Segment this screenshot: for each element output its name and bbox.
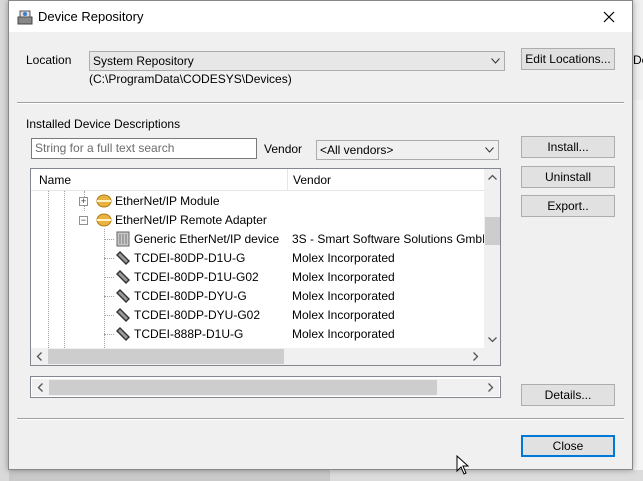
install-button[interactable]: Install... <box>521 136 615 158</box>
scroll-left-icon[interactable] <box>36 383 45 392</box>
row-vendor: Molex Incorporated <box>292 308 395 322</box>
tree-header: Name Vendor <box>31 169 484 191</box>
background-bottom <box>330 470 643 481</box>
collapse-icon[interactable]: − <box>79 216 88 225</box>
tree-row[interactable]: TCDEI-888P-D1U-G Molex Incorporated <box>31 325 484 344</box>
column-header-vendor[interactable]: Vendor <box>293 173 331 187</box>
tree-row[interactable]: TCDEI-80DP-DYU-G Molex Incorporated <box>31 287 484 306</box>
tree-line <box>104 334 114 335</box>
separator <box>17 418 624 420</box>
scroll-left-icon[interactable] <box>35 352 44 361</box>
background-panel <box>632 100 643 470</box>
folder-icon <box>96 194 112 208</box>
close-button[interactable]: Close <box>521 435 615 457</box>
tree-line <box>104 315 114 316</box>
background-right: De <box>632 0 643 481</box>
search-input[interactable]: String for a full text search <box>31 138 257 159</box>
device-module-icon <box>116 289 130 303</box>
title-bar[interactable]: Device Repository <box>9 1 632 32</box>
row-name: TCDEI-80DP-D1U-G <box>134 251 246 265</box>
row-vendor: Molex Incorporated <box>292 327 395 341</box>
mouse-cursor-icon <box>456 455 470 475</box>
tree-horizontal-scrollbar[interactable] <box>31 348 484 365</box>
vendor-label: Vendor <box>264 142 303 156</box>
column-divider[interactable] <box>287 169 288 191</box>
scroll-down-icon[interactable] <box>488 335 497 344</box>
chevron-down-icon <box>491 58 500 64</box>
row-vendor: 3S - Smart Software Solutions GmbH <box>292 232 491 246</box>
tree-row[interactable]: − EtherNet/IP Remote Adapter <box>31 211 484 230</box>
tree-line <box>104 258 114 259</box>
tree-row[interactable]: + EtherNet/IP Module <box>31 192 484 211</box>
expand-icon[interactable]: + <box>79 197 88 206</box>
tree-line <box>104 296 114 297</box>
row-name: Generic EtherNet/IP device <box>134 232 280 246</box>
row-name: EtherNet/IP Remote Adapter <box>115 213 267 227</box>
vendor-dropdown[interactable]: <All vendors> <box>316 140 499 160</box>
tree-row[interactable]: Generic EtherNet/IP device 3S - Smart So… <box>31 230 491 249</box>
export-button[interactable]: Export.. <box>521 195 615 217</box>
folder-icon <box>96 213 112 227</box>
row-vendor: Molex Incorporated <box>292 270 395 284</box>
scroll-right-icon[interactable] <box>486 383 495 392</box>
location-dropdown[interactable]: System Repository <box>89 51 505 71</box>
device-tree[interactable]: Name Vendor + EtherNet/IP Module − Ether… <box>30 168 501 366</box>
tree-row[interactable]: TCDEI-80DP-D1U-G02 Molex Incorporated <box>31 268 484 287</box>
location-label: Location <box>26 53 72 67</box>
device-module-icon <box>116 270 130 284</box>
device-module-icon <box>116 308 130 322</box>
tree-line <box>104 277 114 278</box>
device-repository-icon <box>17 10 33 25</box>
window-title: Device Repository <box>38 9 144 24</box>
description-panel[interactable] <box>30 376 501 398</box>
row-name: EtherNet/IP Module <box>115 194 220 208</box>
scroll-right-icon[interactable] <box>471 352 480 361</box>
installed-section-label: Installed Device Descriptions <box>26 117 181 131</box>
scrollbar-corner <box>484 348 500 365</box>
location-value: System Repository <box>93 54 194 68</box>
horizontal-scroll-thumb[interactable] <box>48 349 284 364</box>
device-module-icon <box>116 327 130 341</box>
tree-line <box>104 239 114 240</box>
row-name: TCDEI-80DP-DYU-G02 <box>134 308 261 322</box>
generic-device-icon <box>116 231 130 247</box>
vendor-value: <All vendors> <box>320 143 394 157</box>
uninstall-button[interactable]: Uninstall <box>521 166 615 188</box>
column-header-name[interactable]: Name <box>39 173 71 187</box>
horizontal-scroll-thumb[interactable] <box>49 380 437 395</box>
device-module-icon <box>116 251 130 265</box>
row-name: TCDEI-888P-D1U-G <box>134 327 244 341</box>
vertical-scroll-thumb[interactable] <box>485 217 500 245</box>
device-repository-dialog: Device Repository Location System Reposi… <box>8 0 633 470</box>
background-clipped-text: De <box>633 53 643 67</box>
close-icon[interactable] <box>586 1 632 32</box>
chevron-down-icon <box>485 147 494 153</box>
row-vendor: Molex Incorporated <box>292 251 395 265</box>
location-path: (C:\ProgramData\CODESYS\Devices) <box>89 72 292 86</box>
row-name: TCDEI-80DP-DYU-G <box>134 289 247 303</box>
description-horizontal-scrollbar[interactable] <box>32 379 499 396</box>
scroll-up-icon[interactable] <box>488 173 497 182</box>
separator <box>17 102 624 104</box>
tree-row[interactable]: TCDEI-80DP-D1U-G Molex Incorporated <box>31 249 484 268</box>
details-button[interactable]: Details... <box>521 384 615 406</box>
row-vendor: Molex Incorporated <box>292 289 395 303</box>
tree-vertical-scrollbar[interactable] <box>484 169 500 348</box>
row-name: TCDEI-80DP-D1U-G02 <box>134 270 259 284</box>
tree-row[interactable]: TCDEI-80DP-DYU-G02 Molex Incorporated <box>31 306 484 325</box>
edit-locations-button[interactable]: Edit Locations... <box>521 48 615 70</box>
